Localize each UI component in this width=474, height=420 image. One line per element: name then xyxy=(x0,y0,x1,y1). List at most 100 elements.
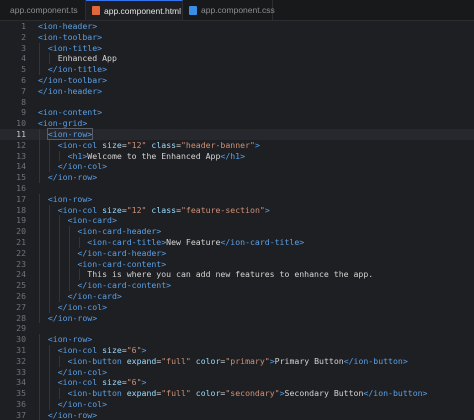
code-line[interactable]: 20 <ion-card-header> xyxy=(0,226,474,237)
indent-guide xyxy=(39,290,40,302)
code-line[interactable]: 12 <ion-col size="12" class="header-bann… xyxy=(0,139,474,151)
code-line[interactable]: 36 </ion-col> xyxy=(0,398,474,410)
code-line[interactable]: 16 xyxy=(0,183,474,194)
code-line[interactable]: 32 <ion-button expand="full" color="prim… xyxy=(0,355,474,367)
line-number: 1 xyxy=(21,21,26,31)
css-file-icon xyxy=(189,5,197,15)
code-line[interactable]: 10 <ion-grid> xyxy=(0,118,474,129)
code-token: </ion-card-content> xyxy=(77,280,172,291)
code-line[interactable]: 11 <ion-row> xyxy=(0,127,474,140)
code-token: </ion-card-header> xyxy=(77,247,167,258)
code-text: <ion-row> xyxy=(38,193,92,205)
code-text: <ion-row> xyxy=(38,334,92,345)
indent-guide xyxy=(39,269,40,281)
indent-guide xyxy=(48,236,50,248)
tab-app-component-ts[interactable]: app.component.ts xyxy=(0,0,86,20)
indent-guide xyxy=(48,301,50,313)
indent-guide xyxy=(78,269,80,281)
code-line[interactable]: 3 <ion-title> xyxy=(0,42,474,54)
code-line[interactable]: 31 <ion-col size="6"> xyxy=(0,344,474,356)
line-number: 22 xyxy=(16,247,26,258)
code-text: </ion-col> xyxy=(38,161,107,173)
code-line[interactable]: 33 </ion-col> xyxy=(0,366,474,378)
code-line[interactable]: 35 <ion-button expand="full" color="seco… xyxy=(0,388,474,399)
code-token: expand xyxy=(126,388,157,399)
code-line[interactable]: 34 <ion-col size="6"> xyxy=(0,377,474,389)
code-token: <ion-row> xyxy=(46,127,94,140)
indent-guide xyxy=(39,64,40,75)
code-line[interactable]: 26 </ion-card> xyxy=(0,290,474,302)
code-line[interactable]: 14 </ion-col> xyxy=(0,161,474,173)
line-number: 10 xyxy=(16,118,26,129)
code-line[interactable]: 6 </ion-toolbar> xyxy=(0,75,474,86)
code-token: > xyxy=(141,377,147,388)
tab-app-component-html[interactable]: app.component.html × xyxy=(86,0,194,20)
line-number: 35 xyxy=(16,388,26,399)
code-token: </ion-row> xyxy=(47,312,98,323)
code-line[interactable]: 18 <ion-col size="12" class="feature-sec… xyxy=(0,204,474,216)
code-line[interactable]: 29 xyxy=(0,323,474,334)
code-line[interactable]: 24 This is where you can add new feature… xyxy=(0,269,474,281)
code-token: size xyxy=(102,344,122,355)
code-token: </ion-row> xyxy=(47,172,98,183)
tab-app-component-css[interactable]: app.component.css xyxy=(183,0,275,20)
code-line[interactable]: 4 Enhanced App xyxy=(0,53,474,65)
indent-guide xyxy=(48,355,50,367)
code-line[interactable]: 7 </ion-header> xyxy=(0,86,474,97)
code-line[interactable]: 37 </ion-row> xyxy=(0,409,474,420)
line-number: 12 xyxy=(16,139,26,150)
code-line[interactable]: 5 </ion-title> xyxy=(0,64,474,75)
code-line[interactable]: 1 <ion-header> xyxy=(0,21,474,32)
code-text: <ion-card-title>New Feature</ion-card-ti… xyxy=(38,236,304,248)
editor-tab-bar: app.component.ts app.component.html × ap… xyxy=(0,0,474,21)
code-line[interactable]: 17 <ion-row> xyxy=(0,193,474,205)
code-token: Primary Button xyxy=(274,355,344,366)
code-text: <ion-row> xyxy=(38,127,94,140)
code-line[interactable]: 9 <ion-content> xyxy=(0,107,474,118)
code-line[interactable]: 23 <ion-card-content> xyxy=(0,258,474,270)
code-text: <ion-title> xyxy=(38,42,102,54)
code-token: "12" xyxy=(126,139,147,150)
code-editor[interactable]: 1 <ion-header> 2 <ion-toolbar> 3 <ion-title>… xyxy=(0,21,474,420)
indent-guide xyxy=(48,53,50,65)
line-number: 7 xyxy=(21,85,26,96)
code-line[interactable]: 2 <ion-toolbar> xyxy=(0,32,474,43)
indent-guide xyxy=(48,280,50,291)
line-number: 15 xyxy=(16,172,26,183)
code-token: </ion-card> xyxy=(67,290,122,301)
code-line[interactable]: 13 <h1>Welcome to the Enhanced App</h1> xyxy=(0,150,474,162)
indent-guide xyxy=(58,290,60,302)
code-token: <h1> xyxy=(67,150,88,161)
indent-guide xyxy=(48,344,50,356)
code-text: <ion-header> xyxy=(38,21,97,32)
line-number: 34 xyxy=(16,377,26,388)
code-token: "header-banner" xyxy=(181,139,255,150)
code-token: size xyxy=(102,204,122,215)
code-line[interactable]: 22 </ion-card-header> xyxy=(0,247,474,259)
line-number: 27 xyxy=(16,301,26,312)
line-number: 20 xyxy=(16,226,26,237)
code-line[interactable]: 25 </ion-card-content> xyxy=(0,280,474,291)
code-text: </ion-toolbar> xyxy=(38,75,107,86)
code-line[interactable]: 8 xyxy=(0,97,474,108)
code-text: <ion-card-header> xyxy=(38,226,161,237)
indent-guide xyxy=(48,377,50,389)
code-token: <ion-grid> xyxy=(38,118,88,129)
code-line[interactable]: 19 <ion-card> xyxy=(0,215,474,227)
code-line[interactable]: 28 </ion-row> xyxy=(0,312,474,324)
indent-guide xyxy=(39,236,40,248)
indent-guide xyxy=(39,366,40,378)
code-token: <ion-header> xyxy=(38,21,98,31)
code-line[interactable]: 15 </ion-row> xyxy=(0,172,474,183)
code-line[interactable]: 30 <ion-row> xyxy=(0,334,474,345)
indent-guide xyxy=(58,355,60,367)
line-number: 31 xyxy=(16,344,26,355)
code-line[interactable]: 27 </ion-col> xyxy=(0,301,474,313)
indent-guide xyxy=(68,280,70,291)
indent-guide xyxy=(39,42,40,54)
indent-guide xyxy=(39,312,40,324)
code-line[interactable]: 21 <ion-card-title>New Feature</ion-card… xyxy=(0,236,474,248)
line-number: 23 xyxy=(16,258,26,269)
indent-guide xyxy=(68,269,70,281)
indent-guide xyxy=(48,215,50,227)
